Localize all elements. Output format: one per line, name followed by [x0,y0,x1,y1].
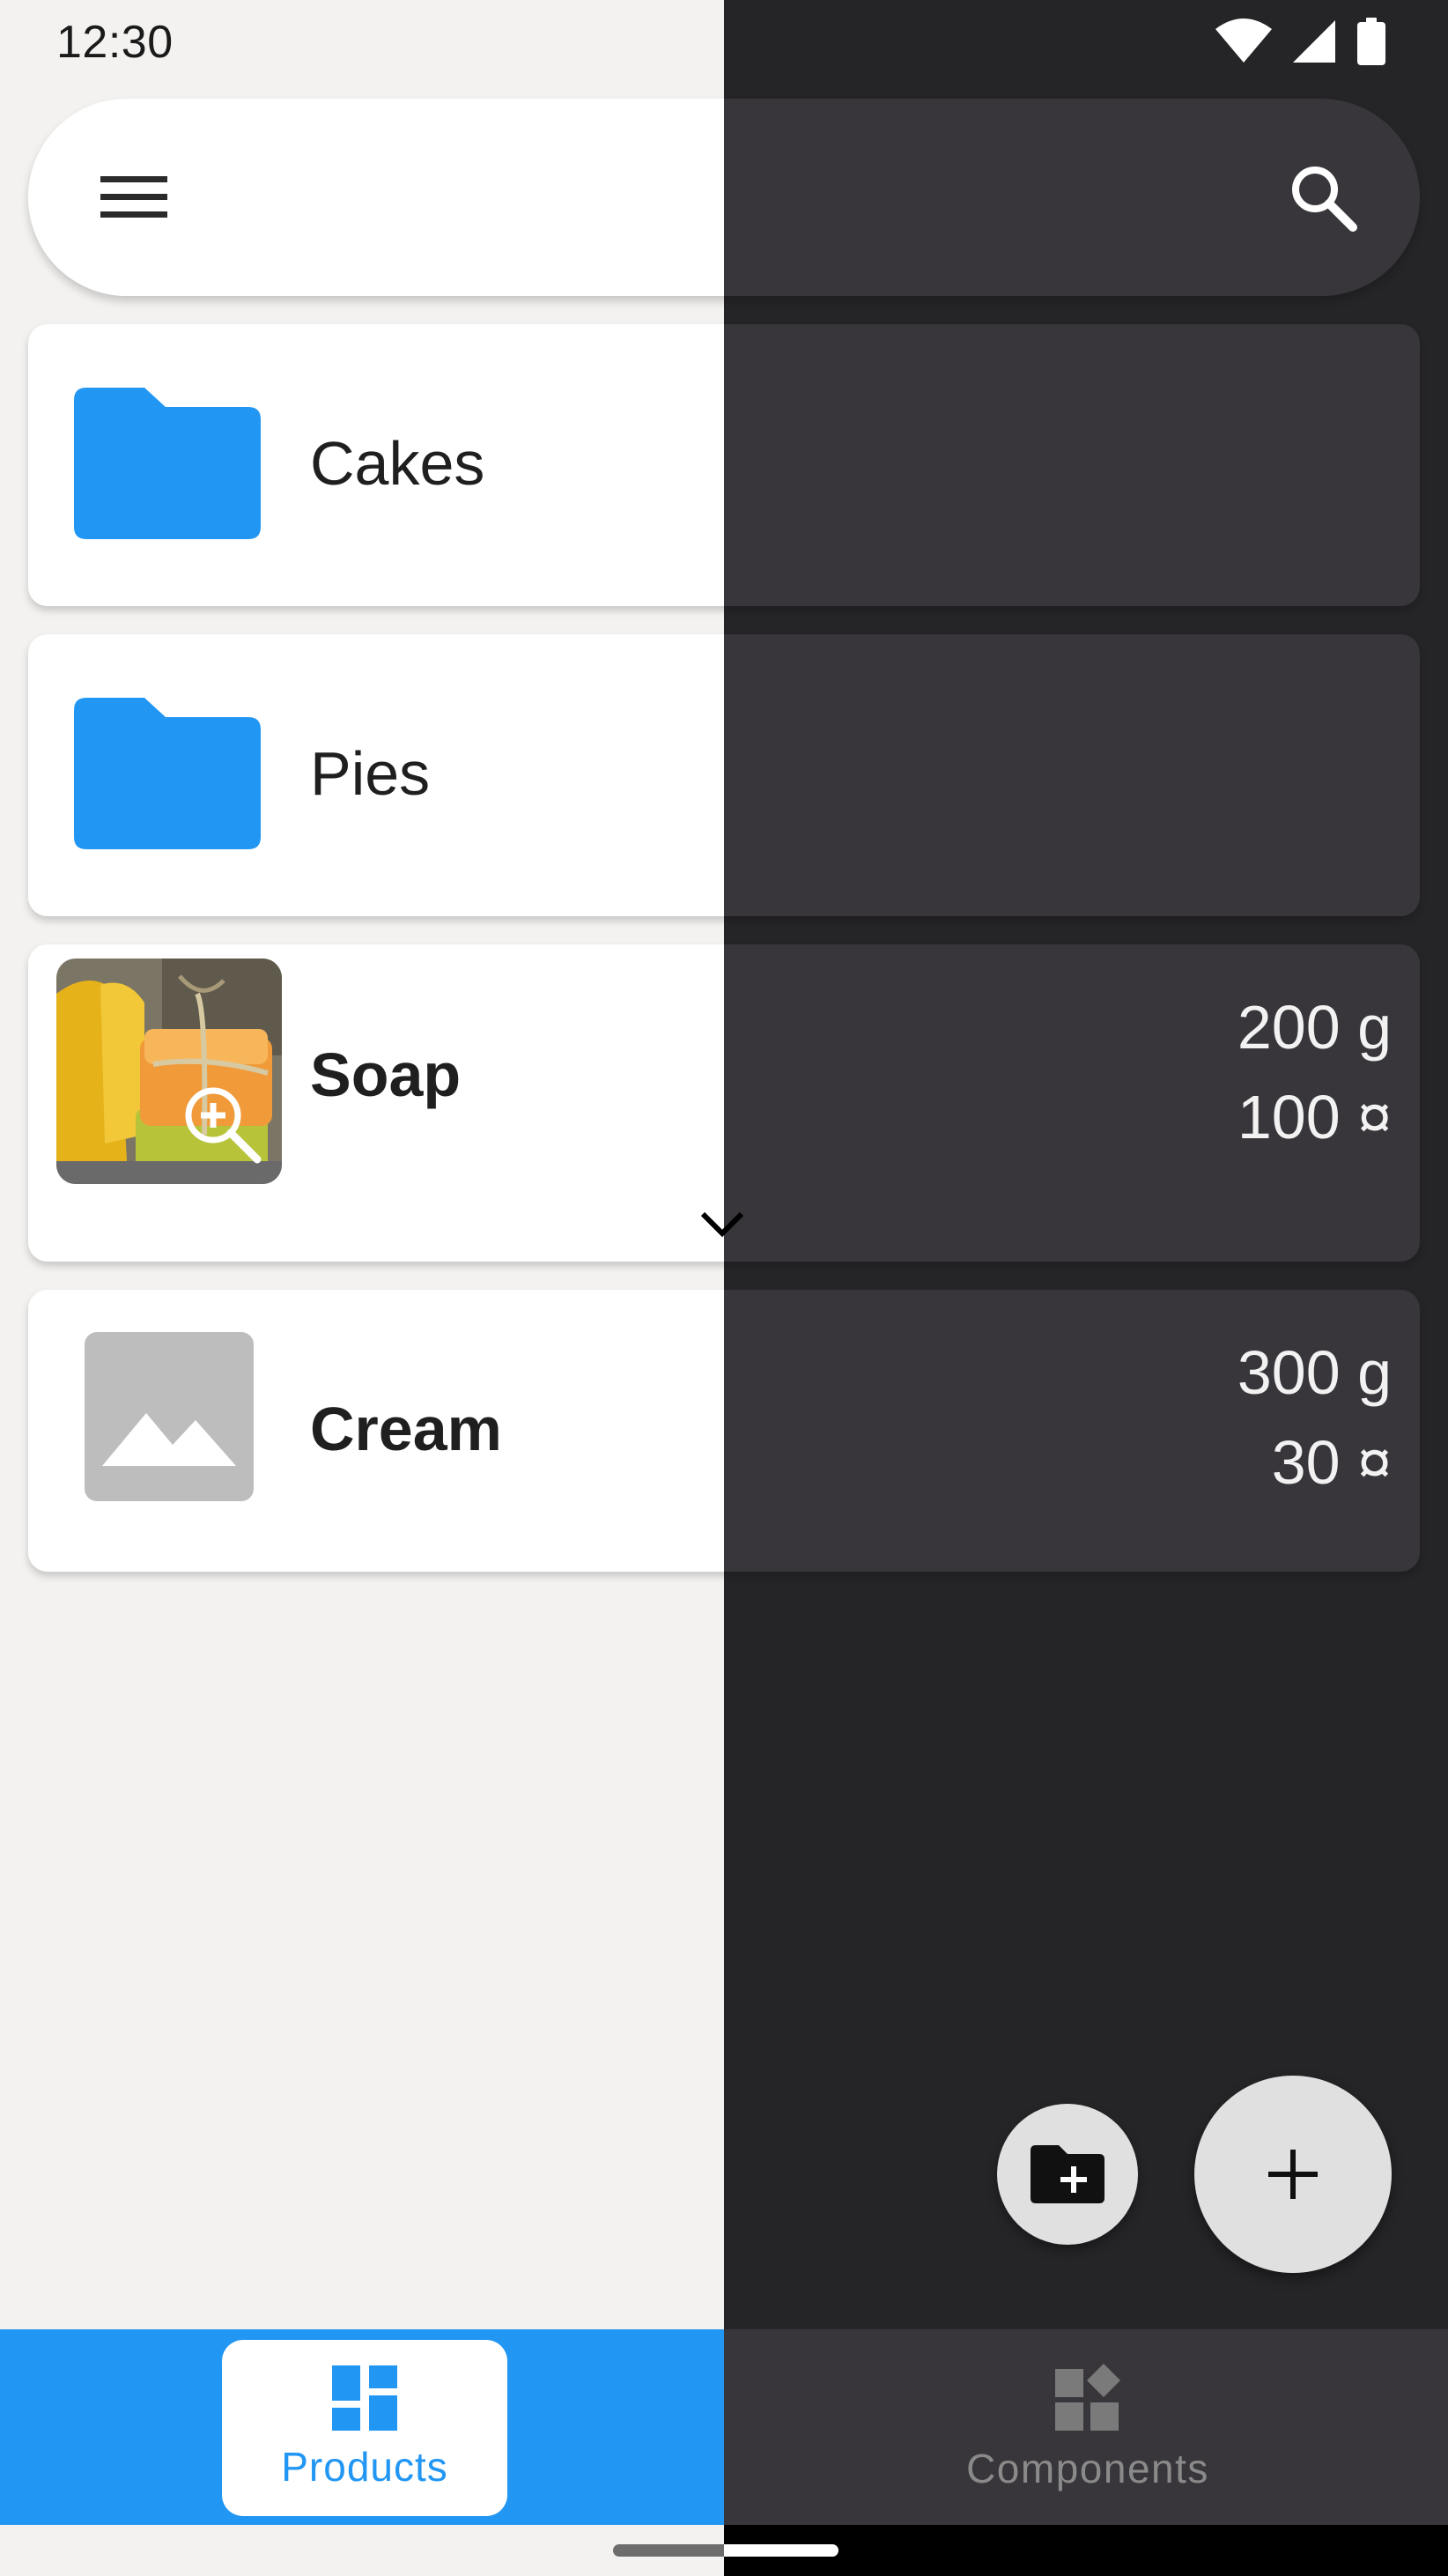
chevron-down-icon[interactable] [696,1207,749,1242]
product-weight: 300 g [1237,1338,1392,1407]
nav-tab-components[interactable]: Components [942,2340,1233,2516]
folder-card-pies[interactable]: Pies [28,634,1420,916]
menu-icon [100,176,167,218]
dashboard-icon [332,2365,397,2431]
add-icon [1268,2150,1318,2199]
product-price: 100 ¤ [1237,1083,1392,1151]
product-name: Soap [310,1040,462,1109]
search-icon [1292,167,1357,232]
bottom-navigation: Products Components [0,2329,1448,2525]
status-icons [1215,18,1386,65]
search-button[interactable] [1279,153,1367,241]
battery-icon [1357,18,1385,65]
gesture-handle[interactable] [724,2544,839,2557]
widgets-icon [1055,2364,1120,2431]
nav-tab-products[interactable]: Products [222,2340,507,2516]
nav-label-products: Products [281,2444,448,2490]
product-photo[interactable] [56,959,282,1184]
product-price: 30 ¤ [1271,1428,1392,1497]
status-time: 12:30 [56,17,174,68]
folder-card-cakes[interactable]: Cakes [28,324,1420,606]
image-placeholder-icon [85,1332,254,1501]
product-card-cream[interactable]: Cream 300 g 30 ¤ [28,1290,1420,1572]
folder-icon [74,698,261,849]
cell-signal-icon [1293,20,1335,63]
search-bar[interactable] [28,99,1420,296]
gesture-handle[interactable] [613,2544,724,2557]
folder-name: Pies [310,739,431,808]
add-product-button[interactable] [1194,2076,1392,2273]
zoom-in-icon [185,1087,262,1164]
product-weight: 200 g [1237,993,1392,1062]
product-name: Cream [310,1395,502,1463]
product-card-soap[interactable]: Soap 200 g 100 ¤ [28,944,1420,1262]
nav-label-components: Components [966,2446,1209,2491]
create-folder-icon [1031,2145,1104,2203]
add-folder-button[interactable] [997,2104,1138,2245]
folder-icon [74,388,261,539]
folder-name: Cakes [310,429,485,498]
menu-button[interactable] [90,160,178,234]
wifi-icon [1215,19,1272,63]
